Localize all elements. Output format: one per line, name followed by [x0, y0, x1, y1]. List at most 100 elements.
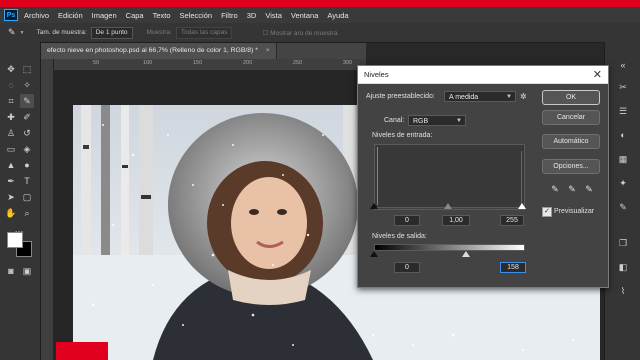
type-tool-icon[interactable]: T [20, 174, 34, 188]
gray-eyedropper-icon[interactable]: ✎ [567, 184, 577, 196]
crop-tool-icon[interactable]: ⌗ [4, 94, 18, 108]
eyedropper-tool-icon[interactable]: ✎ [8, 27, 16, 38]
input-gamma-field[interactable]: 1,00 [442, 215, 470, 226]
show-ring-label: Mostrar aro de muestra [270, 29, 338, 37]
dialog-title: Niveles [364, 70, 389, 79]
show-ring-checkbox[interactable]: ☐ Mostrar aro de muestra [262, 29, 337, 37]
bottom-red-overlay [56, 342, 108, 360]
menu-edicion[interactable]: Edición [58, 11, 83, 20]
history-brush-tool-icon[interactable]: ↺ [20, 126, 34, 140]
cancel-button[interactable]: Cancelar [542, 110, 600, 125]
close-icon[interactable]: ✕ [593, 68, 602, 81]
output-white-field[interactable]: 158 [500, 262, 526, 273]
sample-select[interactable]: Todas las capas [175, 26, 233, 39]
brushes-icon[interactable]: ✎ [615, 202, 631, 216]
ruler-tick: 150 [193, 60, 203, 66]
tab-close-icon[interactable]: × [266, 47, 270, 54]
healing-tool-icon[interactable]: ✚ [4, 110, 18, 124]
pen-tool-icon[interactable]: ✒ [4, 174, 18, 188]
document-tab[interactable]: efecto nieve en photoshop.psd al 66,7% (… [41, 43, 277, 59]
adjustments-icon[interactable]: ◐ [615, 130, 631, 144]
eraser-tool-icon[interactable]: ▭ [4, 142, 18, 156]
ruler-tick: 50 [93, 60, 100, 66]
tools-panel: ✥ ⬚ ◌ ✧ ⌗ ✎ ✚ ✐ ♙ ↺ ▭ ◈ ▲ ● ✒ T ➤ ▢ ✋ ⌕ … [0, 42, 41, 360]
layers-icon[interactable]: ❐ [615, 238, 631, 252]
channel-select[interactable]: RGB ▼ [408, 115, 466, 126]
histogram [374, 144, 525, 208]
histogram-graph [377, 147, 522, 205]
styles-icon[interactable]: ✦ [615, 178, 631, 192]
rectangle-tool-icon[interactable]: ▢ [20, 190, 34, 204]
tools-icon[interactable]: ✂ [615, 82, 631, 96]
menu-3d[interactable]: 3D [247, 11, 257, 20]
menu-ayuda[interactable]: Ayuda [327, 11, 348, 20]
hand-tool-icon[interactable]: ✋ [4, 206, 18, 220]
dodge-tool-icon[interactable]: ● [20, 158, 34, 172]
move-tool-icon[interactable]: ✥ [4, 62, 18, 76]
menu-seleccion[interactable]: Selección [180, 11, 213, 20]
chevron-down-icon[interactable]: ▼ [20, 30, 25, 36]
sample-size-select[interactable]: De 1 punto [90, 26, 133, 39]
white-eyedropper-icon[interactable]: ✎ [584, 184, 594, 196]
menu-capa[interactable]: Capa [126, 11, 144, 20]
path-selection-tool-icon[interactable]: ➤ [4, 190, 18, 204]
menu-archivo[interactable]: Archivo [24, 11, 49, 20]
options-button[interactable]: Opciones... [542, 159, 600, 174]
blur-tool-icon[interactable]: ▲ [4, 158, 18, 172]
sample-size-label: Tam. de muestra: [36, 29, 87, 36]
brush-tool-icon[interactable]: ✐ [20, 110, 34, 124]
preview-checkbox[interactable]: ✓ [542, 207, 552, 217]
auto-button[interactable]: Automático [542, 134, 600, 149]
channels-icon[interactable]: ◧ [615, 262, 631, 276]
output-black-field[interactable]: 0 [394, 262, 420, 273]
menu-imagen[interactable]: Imagen [92, 11, 117, 20]
document-tab-bar: efecto nieve en photoshop.psd al 66,7% (… [41, 43, 366, 59]
levels-dialog: Niveles ✕ Ajuste preestablecido: A medid… [357, 65, 609, 288]
clone-stamp-tool-icon[interactable]: ♙ [4, 126, 18, 140]
menu-vista[interactable]: Vista [265, 11, 282, 20]
eyedropper-tool-icon[interactable]: ✎ [20, 94, 34, 108]
expand-panels-icon[interactable]: « [615, 60, 631, 74]
quick-selection-tool-icon[interactable]: ✧ [20, 78, 34, 92]
menu-filtro[interactable]: Filtro [221, 11, 238, 20]
swatches-icon[interactable]: ▦ [615, 154, 631, 168]
input-black-slider[interactable] [370, 203, 378, 209]
output-white-slider[interactable] [462, 251, 470, 257]
input-gamma-slider[interactable] [444, 203, 452, 209]
output-gradient [374, 244, 525, 251]
properties-icon[interactable]: ☰ [615, 106, 631, 120]
right-panel-dock: « ✂ ☰ ◐ ▦ ✦ ✎ ❐ ◧ ⌇ [604, 42, 640, 360]
ruler-tick: 100 [143, 60, 153, 66]
menu-ventana[interactable]: Ventana [291, 11, 319, 20]
preset-select[interactable]: A medida ▼ [444, 91, 516, 102]
screen-mode-icon[interactable]: ▣ [20, 264, 34, 278]
options-bar: ✎ ▼ Tam. de muestra: De 1 punto Muestra:… [0, 23, 640, 43]
preset-value: A medida [449, 94, 479, 101]
input-black-field[interactable]: 0 [394, 215, 420, 226]
lasso-tool-icon[interactable]: ◌ [4, 78, 18, 92]
input-white-slider[interactable] [518, 203, 526, 209]
black-eyedropper-icon[interactable]: ✎ [550, 184, 560, 196]
output-black-slider[interactable] [370, 251, 378, 257]
input-slider-track [374, 209, 525, 210]
sample-label: Muestra: [146, 29, 172, 36]
zoom-tool-icon[interactable]: ⌕ [20, 206, 34, 220]
preset-options-icon[interactable]: ✲ [520, 92, 527, 101]
top-red-strip [0, 0, 640, 7]
ok-button[interactable]: OK [542, 90, 600, 105]
ruler-tick: 250 [293, 60, 303, 66]
preview-label: Previsualizar [554, 208, 595, 215]
foreground-color-swatch[interactable] [7, 232, 23, 248]
quick-mask-icon[interactable]: ◙ [4, 264, 18, 278]
channel-label: Canal: [384, 117, 405, 124]
menu-texto[interactable]: Texto [153, 11, 171, 20]
chevron-down-icon: ▼ [506, 94, 512, 100]
dialog-titlebar[interactable]: Niveles ✕ [358, 66, 608, 84]
marquee-tool-icon[interactable]: ⬚ [20, 62, 34, 76]
output-levels-label: Niveles de salida: [372, 233, 427, 240]
paint-bucket-tool-icon[interactable]: ◈ [20, 142, 34, 156]
chevron-down-icon: ▼ [456, 118, 462, 124]
paths-icon[interactable]: ⌇ [615, 286, 631, 300]
input-white-field[interactable]: 255 [500, 215, 524, 226]
dialog-body: Ajuste preestablecido: A medida ▼ ✲ Cana… [358, 84, 608, 287]
